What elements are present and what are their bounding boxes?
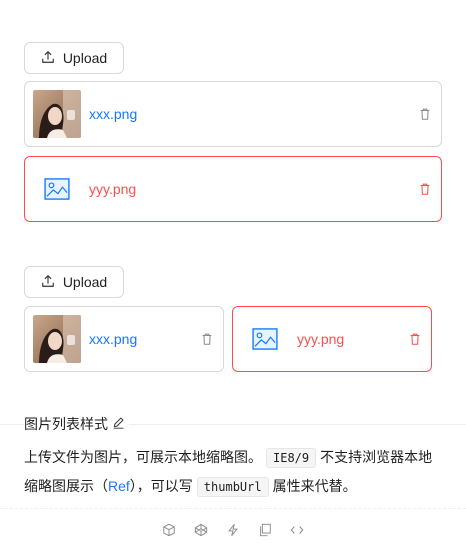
delete-icon[interactable] — [199, 331, 215, 347]
file-thumbnail[interactable] — [33, 315, 81, 363]
delete-icon[interactable] — [417, 106, 433, 122]
file-name: yyy.png — [297, 331, 345, 347]
code-actions-bar — [0, 508, 466, 550]
upload-button-label: Upload — [62, 274, 108, 290]
delete-icon[interactable] — [407, 331, 423, 347]
file-name[interactable]: xxx.png — [89, 331, 199, 347]
section-title: 图片列表样式 — [24, 414, 129, 434]
file-item-error[interactable]: yyy.png — [24, 156, 442, 222]
upload-icon — [41, 274, 55, 291]
file-item-done[interactable]: xxx.png — [24, 81, 442, 147]
file-thumbnail[interactable] — [33, 90, 81, 138]
file-name: yyy.png — [89, 181, 137, 197]
picture-icon — [241, 315, 289, 363]
edit-icon[interactable] — [112, 416, 125, 432]
code-thumburl: thumbUrl — [196, 477, 269, 497]
thunderbolt-icon[interactable] — [225, 522, 241, 538]
desc-text: 上传文件为图片，可展示本地缩略图。 — [24, 449, 262, 465]
desc-text: ），可以写 — [129, 478, 193, 494]
section-description: 上传文件为图片，可展示本地缩略图。 IE8/9 不支持浏览器本地缩略图展示（Ref）… — [24, 443, 444, 501]
upload-button-label: Upload — [62, 50, 108, 66]
desc-text: 属性来代替。 — [272, 478, 357, 494]
upload-button-2[interactable]: Upload — [24, 266, 124, 298]
upload-button-1[interactable]: Upload — [24, 42, 124, 74]
upload-icon — [41, 50, 55, 67]
picture-icon — [33, 165, 81, 213]
delete-icon[interactable] — [417, 181, 433, 197]
codepen-icon[interactable] — [193, 522, 209, 538]
ref-link[interactable]: Ref — [108, 478, 130, 494]
section-title-text: 图片列表样式 — [24, 416, 108, 432]
file-name[interactable]: xxx.png — [89, 106, 417, 122]
codesandbox-icon[interactable] — [161, 522, 177, 538]
copy-icon[interactable] — [257, 522, 273, 538]
file-item-done[interactable]: xxx.png — [24, 306, 224, 372]
code-ie: IE8/9 — [266, 448, 317, 468]
code-icon[interactable] — [289, 522, 305, 538]
file-item-error[interactable]: yyy.png — [232, 306, 432, 372]
